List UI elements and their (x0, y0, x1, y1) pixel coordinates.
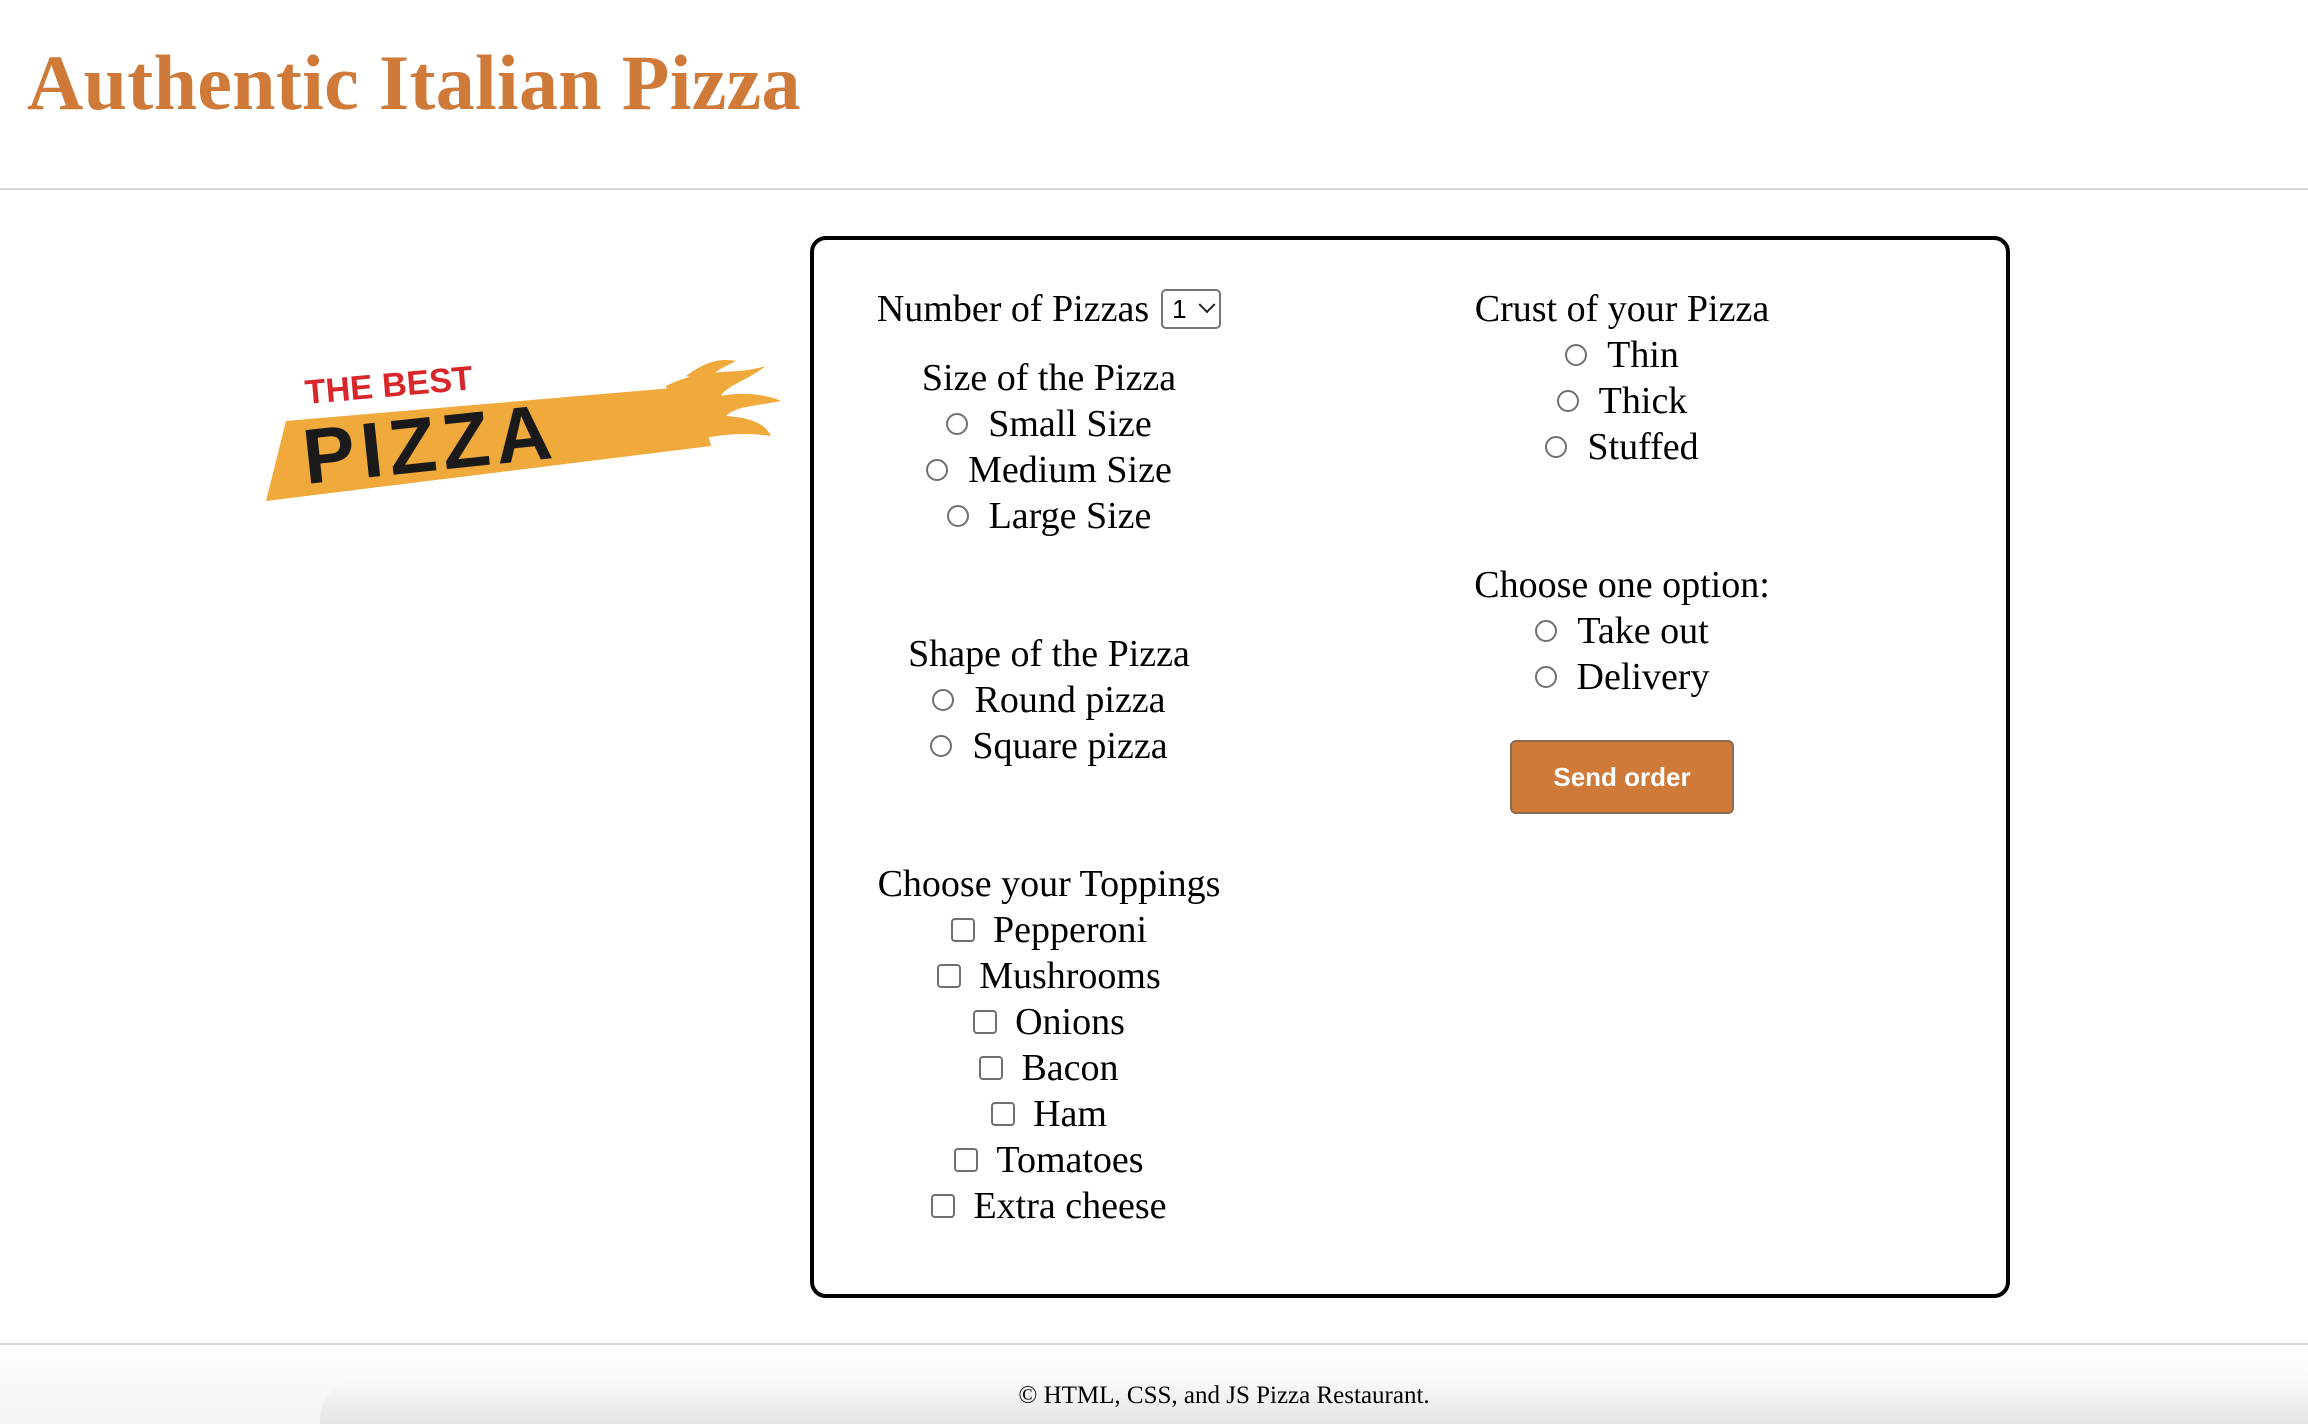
pizza-count-row: Number of Pizzas 1 (876, 286, 1222, 332)
footer-copyright: © HTML, CSS, and JS Pizza Restaurant. (1018, 1382, 1430, 1409)
radio-button[interactable] (932, 689, 955, 711)
service-group-label: Choose one option: (1474, 564, 1770, 606)
pizza-logo: THE BEST PIZZA (266, 359, 781, 501)
checkbox[interactable] (979, 1056, 1004, 1080)
topping-ham[interactable]: Ham (991, 1091, 1107, 1137)
checkbox[interactable] (950, 918, 975, 942)
radio-button[interactable] (1556, 390, 1579, 412)
crust-group-label: Crust of your Pizza (1474, 288, 1770, 330)
toppings-group-label: Choose your Toppings (877, 863, 1221, 905)
topping-onions[interactable]: Onions (973, 999, 1125, 1045)
order-form-left-column: Number of Pizzas 1 Size of the Pizza Sma… (814, 286, 1284, 1229)
checkbox[interactable] (954, 1148, 979, 1172)
crust-option-thin[interactable]: Thin (1565, 332, 1679, 378)
radio-button[interactable] (1565, 344, 1588, 366)
pizza-count-select[interactable]: 1 (1161, 289, 1222, 329)
topping-tomatoes[interactable]: Tomatoes (954, 1137, 1144, 1183)
size-option-small[interactable]: Small Size (946, 401, 1152, 447)
pizza-count-label: Number of Pizzas (876, 288, 1150, 330)
chevron-down-icon (1198, 296, 1216, 314)
topping-extra-cheese[interactable]: Extra cheese (931, 1183, 1167, 1229)
order-form-right-column: Crust of your Pizza Thin Thick Stuffed C… (1387, 286, 1857, 814)
checkbox[interactable] (991, 1102, 1016, 1126)
order-form: Number of Pizzas 1 Size of the Pizza Sma… (810, 236, 2010, 1298)
topping-pepperoni[interactable]: Pepperoni (950, 907, 1147, 953)
shape-option-square[interactable]: Square pizza (930, 723, 1168, 769)
page-title: Authentic Italian Pizza (27, 39, 801, 126)
radio-button[interactable] (1534, 666, 1557, 688)
radio-button[interactable] (1535, 620, 1558, 642)
size-option-medium[interactable]: Medium Size (926, 447, 1172, 493)
crust-option-thick[interactable]: Thick (1556, 378, 1687, 424)
checkbox[interactable] (931, 1194, 956, 1218)
radio-button[interactable] (946, 505, 969, 527)
size-group-label: Size of the Pizza (921, 357, 1177, 399)
header-divider (0, 188, 2308, 190)
service-option-delivery[interactable]: Delivery (1534, 654, 1709, 700)
crust-option-stuffed[interactable]: Stuffed (1545, 424, 1699, 470)
radio-button[interactable] (946, 413, 969, 435)
shape-group-label: Shape of the Pizza (908, 633, 1190, 675)
service-option-take-out[interactable]: Take out (1535, 608, 1709, 654)
pizza-count-value: 1 (1172, 294, 1187, 324)
topping-bacon[interactable]: Bacon (979, 1045, 1119, 1091)
topping-mushrooms[interactable]: Mushrooms (937, 953, 1161, 999)
checkbox[interactable] (973, 1010, 998, 1034)
shape-option-round[interactable]: Round pizza (932, 677, 1166, 723)
radio-button[interactable] (926, 459, 949, 481)
size-option-large[interactable]: Large Size (946, 493, 1151, 539)
radio-button[interactable] (1545, 436, 1568, 458)
radio-button[interactable] (930, 735, 953, 757)
checkbox[interactable] (937, 964, 962, 988)
send-order-button[interactable]: Send order (1510, 740, 1734, 814)
